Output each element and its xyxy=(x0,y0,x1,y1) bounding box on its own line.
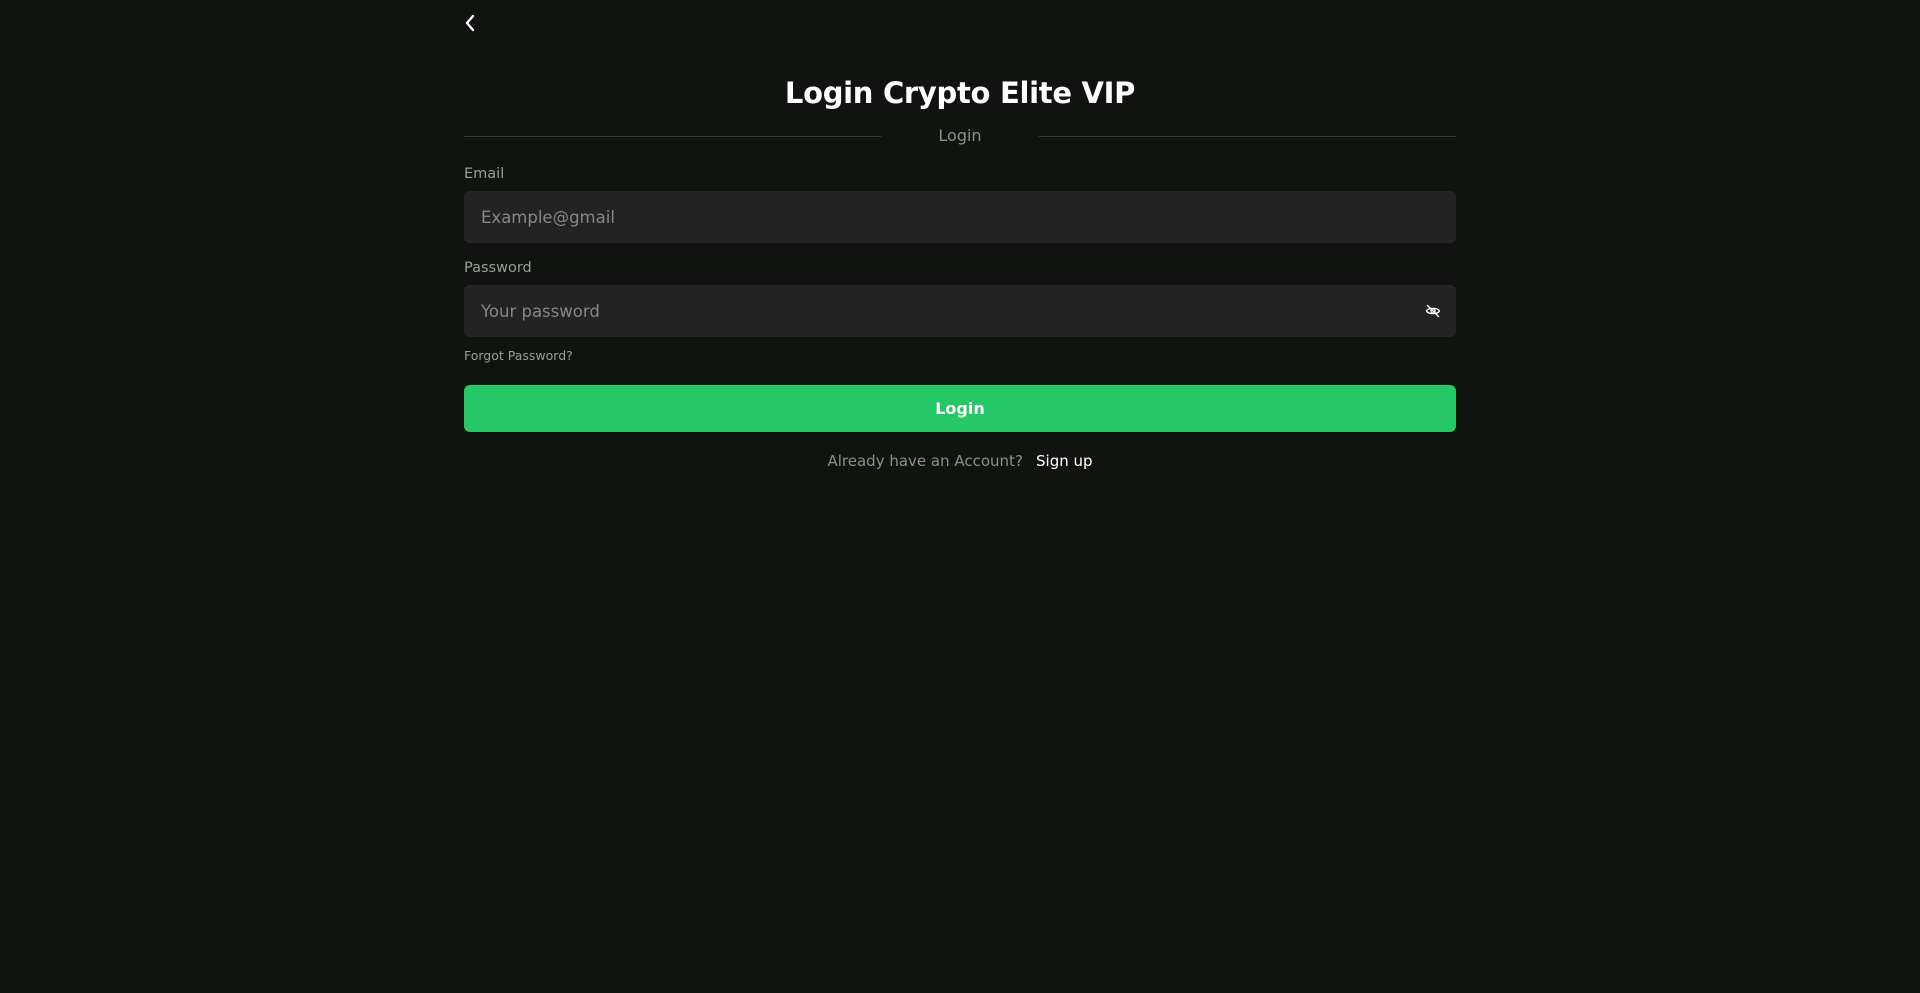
email-label: Email xyxy=(464,166,505,182)
login-page: Login Crypto Elite VIP Login Email Passw… xyxy=(0,0,1920,993)
password-field[interactable] xyxy=(464,285,1456,337)
divider-line-right xyxy=(1039,136,1456,137)
email-field[interactable] xyxy=(464,191,1456,243)
section-divider: Login xyxy=(464,124,1456,148)
sign-up-link[interactable]: Sign up xyxy=(1036,452,1093,470)
page-title: Login Crypto Elite VIP xyxy=(784,76,1136,110)
forgot-password-link[interactable]: Forgot Password? xyxy=(464,347,573,365)
email-field-wrapper xyxy=(464,191,1456,243)
signup-row: Already have an Account? Sign up xyxy=(464,450,1456,472)
password-label: Password xyxy=(464,260,532,276)
login-button[interactable]: Login xyxy=(464,385,1456,432)
password-field-wrapper xyxy=(464,285,1456,337)
back-button[interactable] xyxy=(464,10,484,36)
eye-off-icon xyxy=(1425,304,1441,318)
chevron-left-icon xyxy=(465,14,475,32)
password-visibility-toggle[interactable] xyxy=(1424,302,1442,320)
signup-prompt: Already have an Account? xyxy=(827,452,1023,470)
